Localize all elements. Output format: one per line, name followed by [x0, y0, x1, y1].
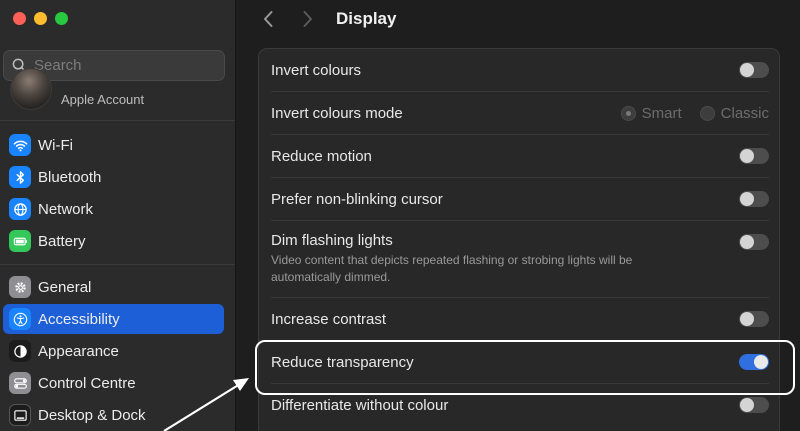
page-title: Display: [336, 9, 397, 28]
sidebar-item-battery[interactable]: Battery: [3, 226, 224, 256]
setting-label: Invert colours mode: [271, 104, 403, 122]
sidebar-item-label: Network: [38, 200, 94, 218]
back-button[interactable]: [258, 9, 278, 29]
dim-flashing-lights-toggle[interactable]: [739, 234, 769, 250]
radio-indicator: [699, 105, 715, 121]
annotation-highlight-box: [255, 340, 795, 395]
toggle-knob: [740, 398, 754, 412]
sidebar-divider: [0, 120, 235, 121]
setting-description: Video content that depicts repeated flas…: [271, 253, 633, 284]
invert-mode-radio-group: Smart Classic: [620, 104, 769, 122]
differentiate-without-colour-toggle[interactable]: [739, 397, 769, 413]
apple-account-label: Apple Account: [61, 92, 145, 107]
sidebar-divider: [0, 264, 235, 265]
toggle-knob: [740, 235, 754, 249]
sidebar-item-label: Appearance: [38, 342, 119, 360]
toggle-knob: [740, 192, 754, 206]
radio-label: Smart: [641, 104, 682, 122]
maximize-window-button[interactable]: [55, 12, 68, 25]
search-input[interactable]: [34, 57, 204, 74]
setting-row-dim-flashing-lights: Dim flashing lights Video content that d…: [259, 221, 779, 297]
sidebar-item-network[interactable]: Network: [3, 194, 224, 224]
accessibility-icon: [9, 308, 31, 330]
sidebar-item-desktop-dock[interactable]: Desktop & Dock: [3, 400, 224, 430]
control-centre-icon: [9, 372, 31, 394]
chevron-right-icon: [303, 11, 312, 27]
increase-contrast-toggle[interactable]: [739, 311, 769, 327]
chevron-left-icon: [264, 11, 273, 27]
globe-icon: [9, 198, 31, 220]
sidebar-item-label: Desktop & Dock: [38, 406, 146, 424]
setting-label: Dim flashing lights: [271, 232, 393, 249]
setting-row-reduce-motion: Reduce motion: [259, 135, 779, 177]
appearance-icon: [9, 340, 31, 362]
apple-account-item[interactable]: Apple Account: [10, 68, 225, 112]
wifi-icon: [9, 134, 31, 156]
bluetooth-icon: [9, 166, 31, 188]
sidebar-item-wifi[interactable]: Wi-Fi: [3, 130, 224, 160]
radio-label: Classic: [720, 104, 769, 122]
gear-icon: [9, 276, 31, 298]
sidebar-item-general[interactable]: General: [3, 272, 224, 302]
sidebar-item-bluetooth[interactable]: Bluetooth: [3, 162, 224, 192]
setting-label: Reduce motion: [271, 147, 372, 165]
setting-row-non-blinking-cursor: Prefer non-blinking cursor: [259, 178, 779, 220]
toggle-knob: [740, 63, 754, 77]
sidebar-item-appearance[interactable]: Appearance: [3, 336, 224, 366]
sidebar-item-label: General: [38, 278, 92, 296]
sidebar-item-label: Accessibility: [38, 310, 120, 328]
radio-smart[interactable]: Smart: [620, 104, 682, 122]
setting-row-invert-colours: Invert colours: [259, 49, 779, 91]
setting-row-increase-contrast: Increase contrast: [259, 298, 779, 340]
radio-indicator: [620, 105, 636, 121]
toggle-knob: [740, 149, 754, 163]
reduce-motion-toggle[interactable]: [739, 148, 769, 164]
sidebar: Apple Account Wi-Fi Bluetooth Network Ba…: [0, 0, 236, 431]
setting-label: Invert colours: [271, 61, 362, 79]
radio-classic[interactable]: Classic: [699, 104, 769, 122]
sidebar-item-label: Wi-Fi: [38, 136, 73, 154]
sidebar-item-label: Bluetooth: [38, 168, 102, 186]
battery-icon: [9, 230, 31, 252]
toggle-knob: [740, 312, 754, 326]
setting-label: Increase contrast: [271, 310, 387, 328]
desktop-dock-icon: [9, 404, 31, 426]
sidebar-item-accessibility[interactable]: Accessibility: [3, 304, 224, 334]
forward-button[interactable]: [298, 9, 318, 29]
close-window-button[interactable]: [13, 12, 26, 25]
sidebar-item-label: Battery: [38, 232, 86, 250]
setting-label: Differentiate without colour: [271, 396, 449, 414]
minimize-window-button[interactable]: [34, 12, 47, 25]
sidebar-item-label: Control Centre: [38, 374, 136, 392]
setting-label: Prefer non-blinking cursor: [271, 190, 443, 208]
window-controls: [13, 12, 68, 25]
non-blinking-cursor-toggle[interactable]: [739, 191, 769, 207]
avatar: [10, 68, 52, 110]
setting-row-invert-colours-mode: Invert colours mode Smart Classic: [259, 92, 779, 134]
invert-colours-toggle[interactable]: [739, 62, 769, 78]
sidebar-item-control-centre[interactable]: Control Centre: [3, 368, 224, 398]
